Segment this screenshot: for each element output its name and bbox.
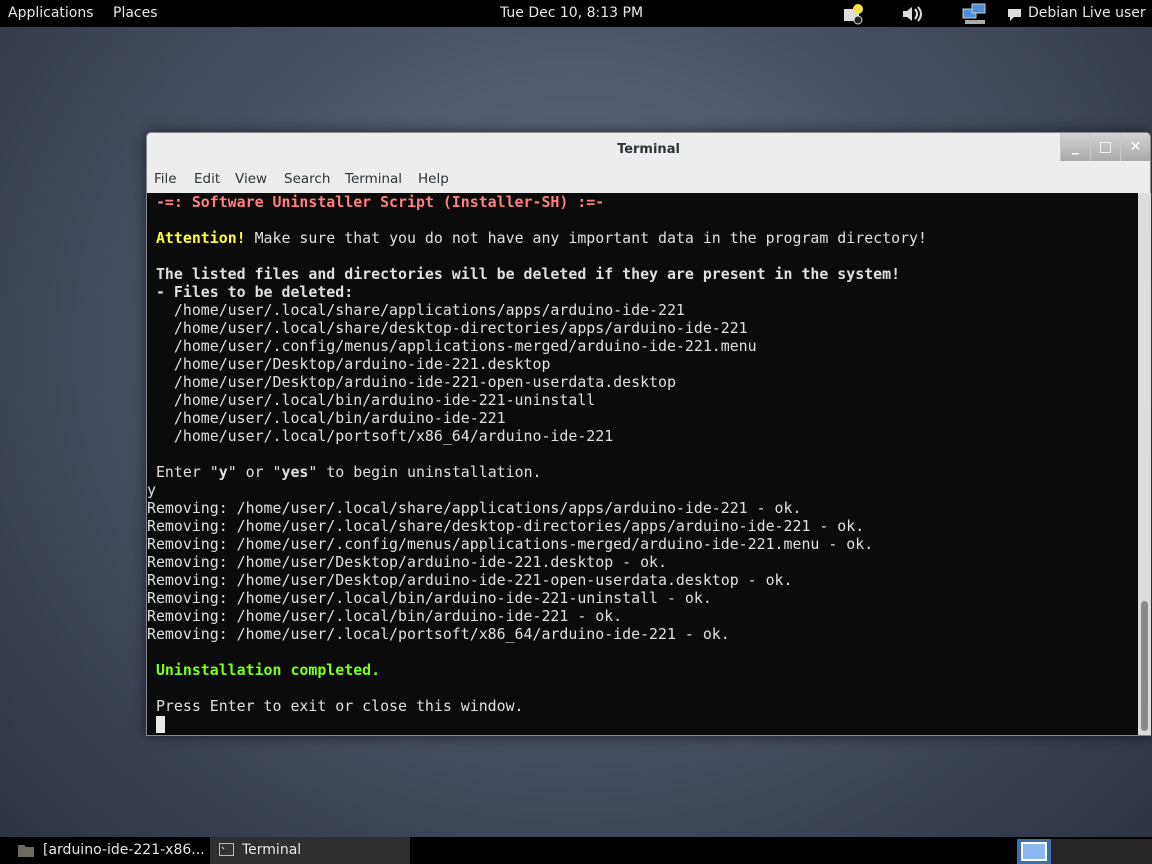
terminal-text: /home/user/.local/portsoft/x86_64/arduin… <box>147 427 614 445</box>
terminal-text: " to begin uninstallation. <box>308 463 542 481</box>
menu-search[interactable]: Search <box>284 171 330 187</box>
terminal-line: /home/user/.local/share/desktop-director… <box>147 319 1138 337</box>
terminal-text: Removing: /home/user/.local/share/deskto… <box>147 517 865 535</box>
terminal-text: /home/user/.local/bin/arduino-ide-221 <box>147 409 506 427</box>
terminal-icon <box>219 843 234 856</box>
terminal-line: /home/user/.config/menus/applications-me… <box>147 337 1138 355</box>
terminal-text: Removing: /home/user/.local/portsoft/x86… <box>147 625 730 643</box>
network-icon[interactable] <box>962 3 986 25</box>
menubar: File Edit View Search Terminal Help <box>147 167 1150 193</box>
scrollbar-thumb[interactable] <box>1141 601 1148 731</box>
terminal-text: The listed files and directories will be… <box>147 265 901 283</box>
minimize-button[interactable]: _ <box>1060 133 1090 161</box>
terminal-line: /home/user/.local/portsoft/x86_64/arduin… <box>147 427 1138 445</box>
terminal-text: Uninstallation completed. <box>147 661 381 679</box>
menu-terminal[interactable]: Terminal <box>345 171 402 187</box>
terminal-text: Attention! <box>155 229 246 247</box>
terminal-line: /home/user/.local/bin/arduino-ide-221-un… <box>147 391 1138 409</box>
terminal-text: y <box>218 463 228 481</box>
terminal-text: /home/user/.local/share/desktop-director… <box>147 319 748 337</box>
terminal-line: Press Enter to exit or close this window… <box>147 697 1138 715</box>
terminal-text: Removing: /home/user/.local/share/applic… <box>147 499 802 517</box>
terminal-cursor <box>156 716 165 733</box>
menu-file[interactable]: File <box>154 171 177 187</box>
terminal-text: Press Enter to exit or close this window… <box>147 697 524 715</box>
terminal-text: y <box>147 481 156 499</box>
menu-help[interactable]: Help <box>418 171 449 187</box>
terminal-text: /home/user/.local/bin/arduino-ide-221-un… <box>147 391 596 409</box>
terminal-line: Enter "y" or "yes" to begin uninstallati… <box>147 463 1138 481</box>
scrollbar[interactable] <box>1138 193 1151 735</box>
terminal-text: Removing: /home/user/.local/bin/arduino-… <box>147 589 712 607</box>
terminal-line: /home/user/.local/bin/arduino-ide-221 <box>147 409 1138 427</box>
terminal-line: Attention! Make sure that you do not hav… <box>147 229 1138 247</box>
terminal-line: Removing: /home/user/.local/bin/arduino-… <box>147 589 1138 607</box>
terminal-text: Removing: /home/user/.local/bin/arduino-… <box>147 607 623 625</box>
top-panel: Applications Places Tue Dec 10, 8:13 PM … <box>0 0 1152 27</box>
terminal-line: /home/user/Desktop/arduino-ide-221.deskt… <box>147 355 1138 373</box>
terminal-text: Enter " <box>147 463 219 481</box>
clock[interactable]: Tue Dec 10, 8:13 PM <box>500 5 643 21</box>
terminal-text: -=: Software Uninstaller Script (Install… <box>147 193 605 211</box>
terminal-text: Removing: /home/user/Desktop/arduino-ide… <box>147 571 793 589</box>
close-button[interactable]: ✕ <box>1120 133 1150 161</box>
terminal-text: Removing: /home/user/Desktop/arduino-ide… <box>147 553 667 571</box>
terminal-output[interactable]: -=: Software Uninstaller Script (Install… <box>147 193 1138 735</box>
terminal-line: y <box>147 481 1138 499</box>
workspace-2[interactable] <box>1051 839 1085 864</box>
terminal-text: yes <box>281 463 309 481</box>
terminal-line: /home/user/Desktop/arduino-ide-221-open-… <box>147 373 1138 391</box>
taskbar-item-terminal[interactable]: Terminal <box>210 837 410 864</box>
taskbar-item-file-manager[interactable]: [arduino-ide-221-x86... <box>14 837 210 864</box>
terminal-line: -=: Software Uninstaller Script (Install… <box>147 193 1138 211</box>
taskbar-item-label: Terminal <box>242 842 302 858</box>
terminal-line: Removing: /home/user/Desktop/arduino-ide… <box>147 553 1138 571</box>
terminal-text: Removing: /home/user/.config/menus/appli… <box>147 535 874 553</box>
terminal-text: - Files to be deleted: <box>147 283 354 301</box>
terminal-text: /home/user/.local/share/applications/app… <box>147 301 685 319</box>
workspace-4[interactable] <box>1119 839 1152 864</box>
taskbar-item-label: [arduino-ide-221-x86... <box>43 842 205 858</box>
volume-icon[interactable] <box>900 3 924 25</box>
terminal-line: Removing: /home/user/.local/portsoft/x86… <box>147 625 1138 643</box>
terminal-line: Uninstallation completed. <box>147 661 1138 679</box>
workspace-3[interactable] <box>1085 839 1119 864</box>
mail-notification-icon[interactable] <box>842 3 866 25</box>
terminal-line: Removing: /home/user/.local/share/applic… <box>147 499 1138 517</box>
terminal-text: /home/user/.config/menus/applications-me… <box>147 337 757 355</box>
terminal-text: /home/user/Desktop/arduino-ide-221-open-… <box>147 373 676 391</box>
window-title: Terminal <box>617 142 680 157</box>
places-menu[interactable]: Places <box>113 5 158 21</box>
workspace-1[interactable] <box>1017 839 1051 864</box>
terminal-line: Removing: /home/user/Desktop/arduino-ide… <box>147 571 1138 589</box>
terminal-line: Removing: /home/user/.local/bin/arduino-… <box>147 607 1138 625</box>
terminal-text: /home/user/Desktop/arduino-ide-221.deskt… <box>147 355 551 373</box>
terminal-text: Make sure that you do not have any impor… <box>245 229 927 247</box>
terminal-window: Terminal _ □ ✕ File Edit View Search Ter… <box>146 132 1151 736</box>
terminal-line: Removing: /home/user/.config/menus/appli… <box>147 535 1138 553</box>
menu-view[interactable]: View <box>235 171 267 187</box>
menu-edit[interactable]: Edit <box>194 171 220 187</box>
terminal-text: " or " <box>227 463 282 481</box>
bottom-panel: [arduino-ide-221-x86... Terminal <box>0 837 1152 864</box>
terminal-line: /home/user/.local/share/applications/app… <box>147 301 1138 319</box>
user-menu[interactable]: Debian Live user <box>1028 5 1146 21</box>
terminal-line: - Files to be deleted: <box>147 283 1138 301</box>
chat-bubble-icon[interactable] <box>1006 3 1030 25</box>
terminal-line: The listed files and directories will be… <box>147 265 1138 283</box>
maximize-button[interactable]: □ <box>1090 133 1120 161</box>
terminal-line: Removing: /home/user/.local/share/deskto… <box>147 517 1138 535</box>
folder-icon <box>18 845 34 857</box>
applications-menu[interactable]: Applications <box>8 5 94 21</box>
